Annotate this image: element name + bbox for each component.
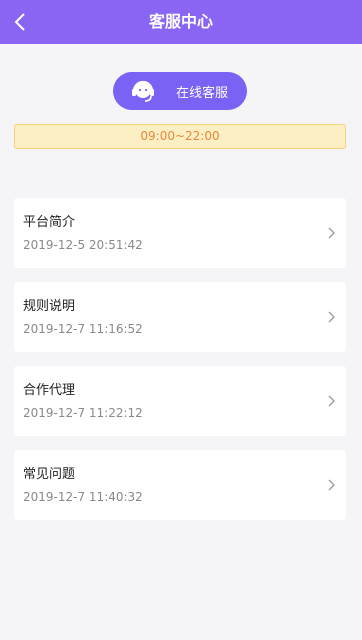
online-service-label: 在线客服 — [176, 85, 229, 101]
service-hours-notice: 09:00~22:00 — [14, 124, 346, 149]
list-item[interactable]: 常见问题 2019-12-7 11:40:32 — [14, 450, 346, 520]
item-title: 常见问题 — [23, 467, 76, 482]
chevron-right-icon — [328, 479, 335, 491]
chevron-right-icon — [328, 227, 335, 239]
item-date: 2019-12-7 11:40:32 — [23, 490, 143, 504]
item-title: 合作代理 — [23, 383, 76, 398]
item-title: 规则说明 — [23, 299, 76, 314]
page-title: 客服中心 — [148, 12, 213, 31]
list-item[interactable]: 平台简介 2019-12-5 20:51:42 — [14, 198, 346, 268]
online-service-button[interactable]: 在线客服 — [113, 72, 247, 110]
headset-icon — [129, 77, 157, 105]
chevron-right-icon — [328, 311, 335, 323]
item-title: 平台简介 — [23, 215, 76, 230]
item-date: 2019-12-5 20:51:42 — [23, 238, 143, 252]
item-date: 2019-12-7 11:16:52 — [23, 322, 143, 336]
item-date: 2019-12-7 11:22:12 — [23, 406, 143, 420]
chevron-right-icon — [328, 395, 335, 407]
top-bar: 客服中心 — [0, 0, 362, 44]
list-item[interactable]: 规则说明 2019-12-7 11:16:52 — [14, 282, 346, 352]
list-item[interactable]: 合作代理 2019-12-7 11:22:12 — [14, 366, 346, 436]
